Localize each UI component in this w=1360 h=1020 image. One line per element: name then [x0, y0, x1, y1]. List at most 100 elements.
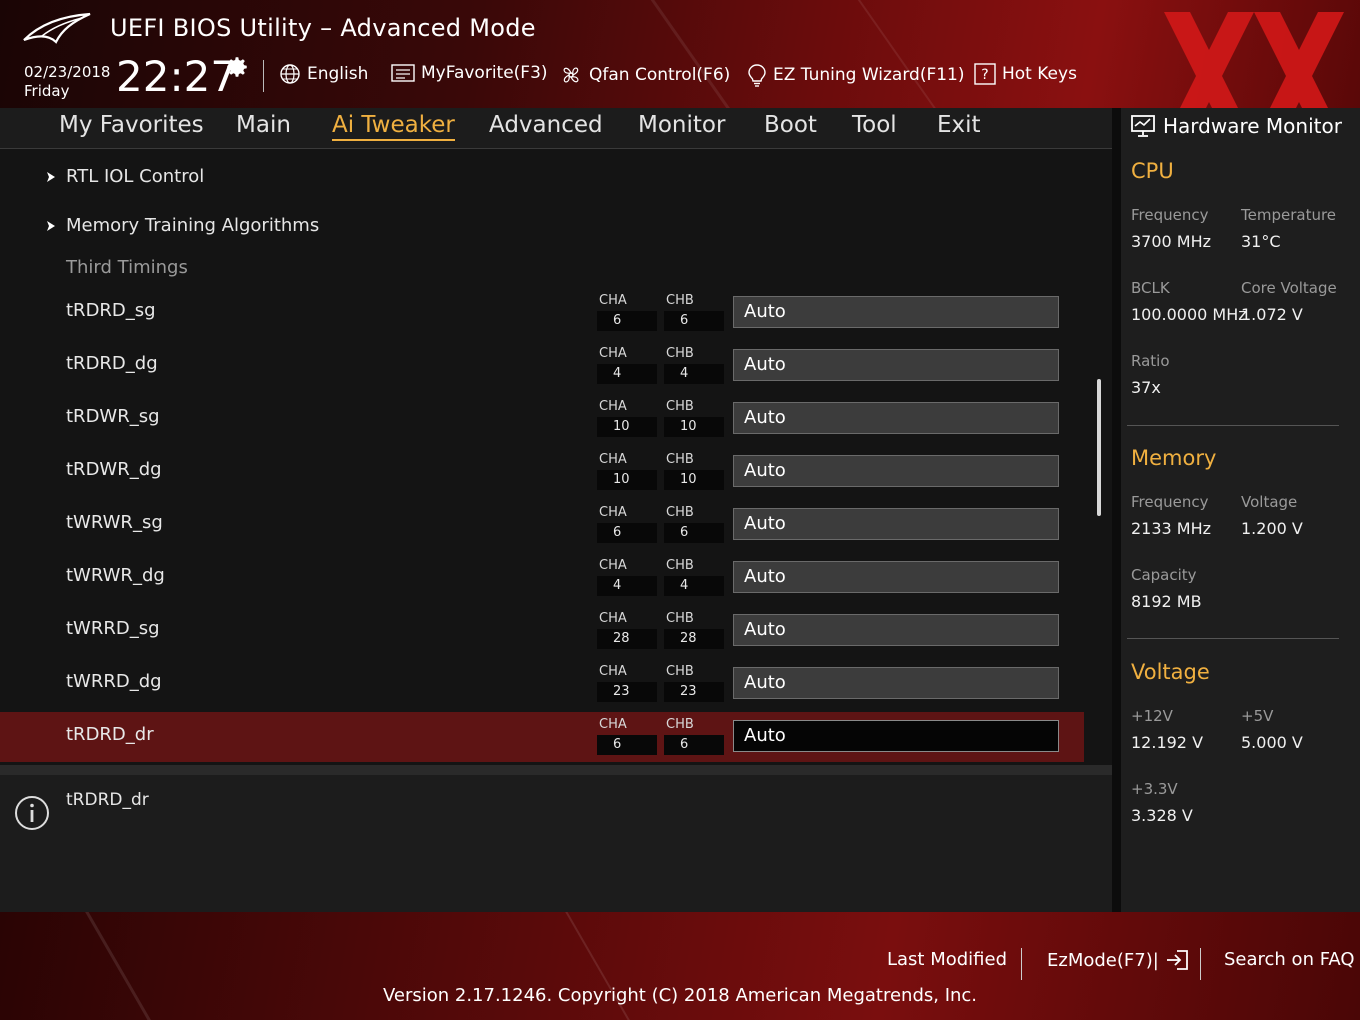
channel-b-label: CHB	[666, 452, 694, 467]
cpu-temperature-value: 31°C	[1241, 232, 1281, 251]
setting-value-field[interactable]: Auto	[733, 296, 1059, 328]
cpu-heading: CPU	[1131, 159, 1174, 183]
search-faq-button[interactable]: Search on FAQ	[1224, 949, 1355, 970]
submenu-label: RTL IOL Control	[66, 166, 205, 187]
chevron-right-icon	[47, 220, 55, 231]
channel-a-number: 4	[597, 576, 657, 596]
tab-tool[interactable]: Tool	[852, 112, 897, 138]
ezmode-label: EzMode(F7)|	[1047, 949, 1159, 971]
channel-a-number: 6	[597, 735, 657, 755]
memory-voltage-value: 1.200 V	[1241, 519, 1303, 538]
channel-a-value: CHA 28	[597, 612, 657, 649]
submenu-rtl-iol-control[interactable]: RTL IOL Control	[46, 166, 204, 187]
setting-label: tWRWR_sg	[66, 512, 163, 533]
channel-b-value: CHB 6	[664, 506, 724, 543]
section-heading: Third Timings	[66, 257, 188, 278]
setting-value-field[interactable]: Auto	[733, 455, 1059, 487]
channel-b-number: 6	[664, 735, 724, 755]
setting-value-field[interactable]: Auto	[733, 720, 1059, 752]
tab-main[interactable]: Main	[236, 112, 291, 138]
setting-label: tRDWR_dg	[66, 459, 162, 480]
tab-advanced[interactable]: Advanced	[489, 112, 603, 138]
cpu-frequency-label: Frequency	[1131, 206, 1209, 224]
setting-row-trdrd-dg[interactable]: tRDRD_dg CHA 4 CHB 4 Auto	[0, 341, 1084, 391]
monitor-icon	[1131, 115, 1155, 137]
info-icon	[15, 796, 49, 830]
myfavorite-label: MyFavorite(F3)	[421, 63, 548, 83]
hardware-monitor-title: Hardware Monitor	[1131, 114, 1342, 138]
channel-b-number: 28	[664, 629, 724, 649]
ratio-value: 37x	[1131, 378, 1161, 397]
channel-b-value: CHB 10	[664, 453, 724, 490]
setting-value-field[interactable]: Auto	[733, 349, 1059, 381]
setting-label: tRDRD_dg	[66, 353, 158, 374]
core-voltage-value: 1.072 V	[1241, 305, 1303, 324]
channel-a-label: CHA	[599, 346, 627, 361]
channel-b-label: CHB	[666, 399, 694, 414]
qfan-control-button[interactable]: Qfan Control(F6)	[559, 63, 730, 87]
chevron-right-icon	[47, 171, 55, 182]
channel-b-label: CHB	[666, 346, 694, 361]
setting-row-twrrd-dg[interactable]: tWRRD_dg CHA 23 CHB 23 Auto	[0, 659, 1084, 709]
channel-a-label: CHA	[599, 611, 627, 626]
channel-b-number: 23	[664, 682, 724, 702]
cpu-frequency-value: 3700 MHz	[1131, 232, 1212, 251]
ez-tuning-wizard-button[interactable]: EZ Tuning Wizard(F11)	[747, 63, 965, 87]
setting-row-trdwr-dg[interactable]: tRDWR_dg CHA 10 CHB 10 Auto	[0, 447, 1084, 497]
tab-boot[interactable]: Boot	[764, 112, 817, 138]
channel-b-number: 10	[664, 470, 724, 490]
gear-icon[interactable]	[224, 54, 250, 80]
channel-a-number: 10	[597, 470, 657, 490]
tab-exit[interactable]: Exit	[937, 112, 981, 138]
v5-value: 5.000 V	[1241, 733, 1303, 752]
scrollbar-thumb[interactable]	[1097, 379, 1101, 516]
channel-a-value: CHA 10	[597, 453, 657, 490]
memory-frequency-value: 2133 MHz	[1131, 519, 1212, 538]
submenu-memory-training-algorithms[interactable]: Memory Training Algorithms	[46, 215, 319, 236]
last-modified-button[interactable]: Last Modified	[887, 949, 1007, 970]
language-button[interactable]: English	[279, 63, 368, 85]
setting-label: tRDRD_sg	[66, 300, 156, 321]
settings-panel: RTL IOL Control Memory Training Algorith…	[0, 149, 1112, 765]
setting-row-twrwr-sg[interactable]: tWRWR_sg CHA 6 CHB 6 Auto	[0, 500, 1084, 550]
submenu-label: Memory Training Algorithms	[66, 215, 320, 236]
channel-b-number: 4	[664, 364, 724, 384]
channel-a-label: CHA	[599, 558, 627, 573]
channel-a-value: CHA 23	[597, 665, 657, 702]
help-text: tRDRD_dr	[66, 790, 149, 810]
setting-value-field[interactable]: Auto	[733, 614, 1059, 646]
setting-label: tWRRD_dg	[66, 671, 162, 692]
channel-a-number: 23	[597, 682, 657, 702]
rog-logo-icon	[23, 12, 91, 44]
channel-b-number: 10	[664, 417, 724, 437]
setting-value-field[interactable]: Auto	[733, 561, 1059, 593]
channel-a-number: 6	[597, 523, 657, 543]
channel-b-label: CHB	[666, 717, 694, 732]
setting-value-field[interactable]: Auto	[733, 402, 1059, 434]
setting-value-field[interactable]: Auto	[733, 508, 1059, 540]
tab-monitor[interactable]: Monitor	[638, 112, 725, 138]
capacity-label: Capacity	[1131, 566, 1197, 584]
footer-bar: Last Modified EzMode(F7)| Search on FAQ …	[0, 912, 1360, 1020]
channel-b-label: CHB	[666, 505, 694, 520]
hot-keys-button[interactable]: ? Hot Keys	[974, 63, 1077, 85]
v12-label: +12V	[1131, 707, 1173, 725]
tab-ai-tweaker[interactable]: Ai Tweaker	[332, 112, 455, 141]
channel-a-label: CHA	[599, 452, 627, 467]
setting-row-trdrd-sg[interactable]: tRDRD_sg CHA 6 CHB 6 Auto	[0, 288, 1084, 338]
setting-value-field[interactable]: Auto	[733, 667, 1059, 699]
setting-row-trdrd-dr[interactable]: tRDRD_dr CHA 6 CHB 6 Auto	[0, 712, 1084, 762]
ezmode-button[interactable]: EzMode(F7)|	[1047, 949, 1189, 971]
lightbulb-icon	[748, 64, 766, 87]
channel-b-value: CHB 4	[664, 559, 724, 596]
setting-row-trdwr-sg[interactable]: tRDWR_sg CHA 10 CHB 10 Auto	[0, 394, 1084, 444]
myfavorite-button[interactable]: MyFavorite(F3)	[391, 63, 548, 83]
setting-row-twrwr-dg[interactable]: tWRWR_dg CHA 4 CHB 4 Auto	[0, 553, 1084, 603]
setting-row-twrrd-sg[interactable]: tWRRD_sg CHA 28 CHB 28 Auto	[0, 606, 1084, 656]
header-decoration	[831, 0, 971, 108]
tab-my-favorites[interactable]: My Favorites	[59, 112, 204, 138]
channel-a-label: CHA	[599, 717, 627, 732]
v12-value: 12.192 V	[1131, 733, 1204, 752]
fan-icon	[563, 67, 579, 83]
channel-a-value: CHA 4	[597, 559, 657, 596]
